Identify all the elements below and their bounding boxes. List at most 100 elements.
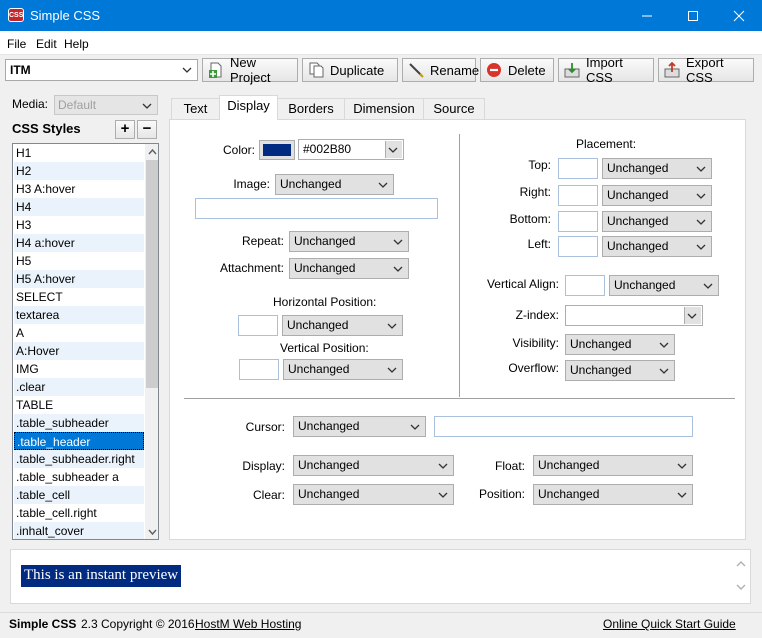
css-styles-label: CSS Styles [12,121,81,136]
list-item[interactable]: .table_subheader a [14,468,144,486]
list-item[interactable]: A [14,324,144,342]
list-item[interactable]: .table_subheader.right [14,450,144,468]
horizontal-position-select[interactable]: Unchanged [282,315,403,336]
position-select[interactable]: Unchanged [533,484,693,505]
top-select[interactable]: Unchanged [602,158,712,179]
remove-style-button[interactable]: − [137,120,157,139]
color-picker-button[interactable] [259,140,295,160]
attachment-label: Attachment: [219,261,284,275]
placement-label: Placement: [576,137,637,151]
tab-display[interactable]: Display [219,95,278,120]
chevron-down-icon [696,219,706,225]
horizontal-position-input[interactable] [238,315,278,336]
list-item[interactable]: A:Hover [14,342,144,360]
project-select[interactable]: ITM [5,59,198,81]
export-css-button[interactable]: Export CSS [658,55,754,85]
list-item[interactable]: H1 [14,144,144,162]
list-item[interactable]: TABLE [14,396,144,414]
add-style-button[interactable]: + [115,120,135,139]
cursor-url-input[interactable] [434,416,693,437]
new-project-button[interactable]: New Project [202,55,298,85]
z-index-combo[interactable] [565,305,703,326]
right-select[interactable]: Unchanged [602,185,712,206]
list-item[interactable]: textarea [14,306,144,324]
bottom-input[interactable] [558,211,598,232]
list-scroll-thumb[interactable] [146,160,158,388]
menu-edit[interactable]: Edit [36,37,57,51]
list-item[interactable]: .table_subheader [14,414,144,432]
list-item[interactable]: .table_cell [14,486,144,504]
tab-dimension[interactable]: Dimension [344,98,424,119]
tab-source[interactable]: Source [423,98,485,119]
cursor-select[interactable]: Unchanged [293,416,426,437]
float-select[interactable]: Unchanged [533,455,693,476]
attachment-select[interactable]: Unchanged [289,258,409,279]
list-item[interactable]: H4 [14,198,144,216]
vertical-position-input[interactable] [239,359,279,380]
visibility-select[interactable]: Unchanged [565,334,675,355]
right-label: Right: [519,185,551,199]
float-label: Float: [494,459,525,473]
top-input[interactable] [558,158,598,179]
scroll-down-icon[interactable] [148,529,157,536]
import-css-button[interactable]: Import CSS [558,55,654,85]
list-item[interactable]: .clear [14,378,144,396]
list-item[interactable]: H5 A:hover [14,270,144,288]
media-label: Media: [12,97,49,111]
list-item[interactable]: .table_cell.right [14,504,144,522]
cursor-label: Cursor: [245,420,285,434]
delete-button[interactable]: Delete [480,58,554,82]
chevron-down-icon [659,368,669,374]
chevron-down-icon [410,424,420,430]
color-value-combo[interactable]: #002B80 [298,139,404,160]
close-button[interactable] [716,0,762,31]
chevron-down-icon [393,239,403,245]
right-input[interactable] [558,185,598,206]
chevron-down-icon [687,313,697,319]
clear-select[interactable]: Unchanged [293,484,454,505]
maximize-button[interactable] [670,0,716,31]
vertical-position-select[interactable]: Unchanged [283,359,403,380]
list-item[interactable]: IMG [14,360,144,378]
left-select[interactable]: Unchanged [602,236,712,257]
list-item[interactable]: H4 a:hover [14,234,144,252]
menu-help[interactable]: Help [64,37,89,51]
image-select[interactable]: Unchanged [275,174,394,195]
styles-list[interactable]: H1 H2 H3 A:hover H4 H3 H4 a:hover H5 H5 … [12,143,159,540]
repeat-select[interactable]: Unchanged [289,231,409,252]
vertical-align-select[interactable]: Unchanged [609,275,719,296]
left-input[interactable] [558,236,598,257]
list-item[interactable]: H3 [14,216,144,234]
bottom-select[interactable]: Unchanged [602,211,712,232]
duplicate-icon [309,62,324,78]
hostm-link[interactable]: HostM Web Hosting [195,617,301,631]
preview-scrollbar[interactable] [732,550,750,603]
repeat-label: Repeat: [241,234,284,248]
chevron-down-icon [142,103,152,109]
vertical-align-input[interactable] [565,275,605,296]
image-url-input[interactable] [195,198,438,219]
list-item-selected[interactable]: .table_header [14,432,144,450]
quick-start-guide-link[interactable]: Online Quick Start Guide [603,617,736,631]
color-swatch [263,144,291,156]
display-select[interactable]: Unchanged [293,455,454,476]
scroll-down-icon[interactable] [736,584,746,591]
minimize-button[interactable] [624,0,670,31]
scroll-up-icon[interactable] [148,148,157,155]
list-item[interactable]: SELECT [14,288,144,306]
left-label: Left: [527,237,551,251]
delete-icon [487,63,501,77]
list-item[interactable]: H3 A:hover [14,180,144,198]
overflow-select[interactable]: Unchanged [565,360,675,381]
media-select[interactable]: Default [54,95,158,115]
list-item[interactable]: .inhalt_cover [14,522,144,539]
list-item[interactable]: H2 [14,162,144,180]
tab-text[interactable]: Text [171,98,220,119]
duplicate-button[interactable]: Duplicate [302,58,398,82]
scroll-up-icon[interactable] [736,560,746,567]
visibility-label: Visibility: [512,336,559,350]
menu-file[interactable]: File [7,37,26,51]
tab-borders[interactable]: Borders [277,98,345,119]
list-item[interactable]: H5 [14,252,144,270]
rename-button[interactable]: Rename [402,58,479,82]
